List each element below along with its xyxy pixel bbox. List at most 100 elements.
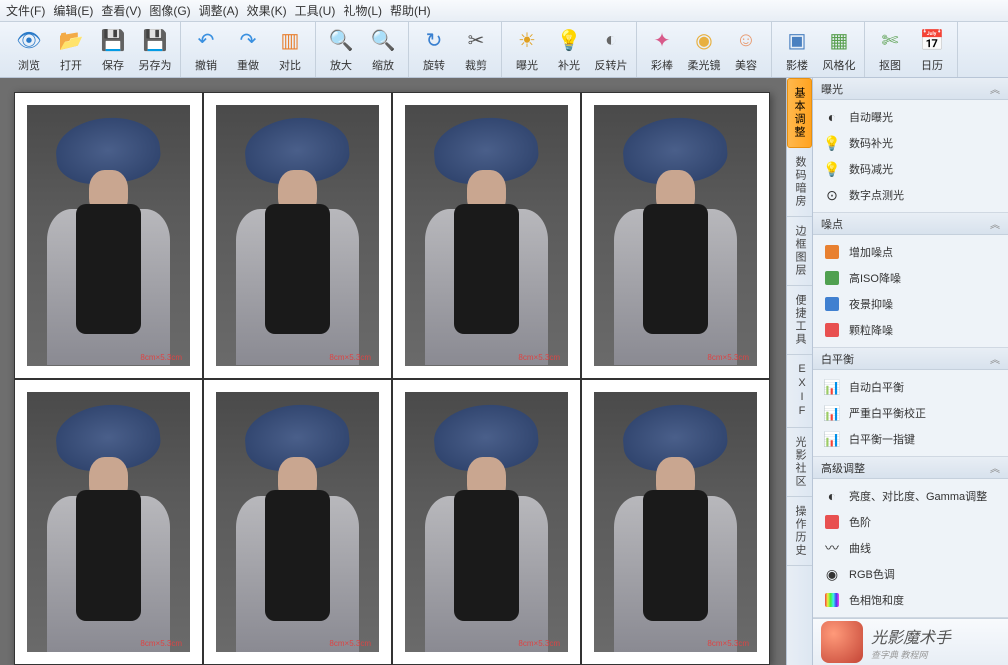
invert-icon: ◐ bbox=[597, 27, 625, 55]
photo-cell[interactable]: 8cm×5.3cm bbox=[14, 92, 203, 379]
undo-label: 撤销 bbox=[195, 57, 217, 73]
rotate-label: 旋转 bbox=[423, 57, 445, 73]
panel-item-night[interactable]: 夜景抑噪 bbox=[813, 291, 1008, 317]
panel-item-curves[interactable]: 〰曲线 bbox=[813, 535, 1008, 561]
photo-cell[interactable]: 8cm×5.3cm bbox=[581, 92, 770, 379]
menu-gift[interactable]: 礼物(L) bbox=[343, 2, 382, 19]
auto-wb-icon: 📊 bbox=[823, 378, 841, 396]
saveas-button[interactable]: 💾另存为 bbox=[134, 25, 176, 75]
panel-header-whitebalance[interactable]: 白平衡 ︽ bbox=[813, 348, 1008, 370]
compare-icon: ▥ bbox=[276, 27, 304, 55]
undo-button[interactable]: ↶ 撤销 bbox=[185, 25, 227, 75]
crop-icon: ✂ bbox=[462, 27, 490, 55]
calendar-button[interactable]: 📅日历 bbox=[911, 25, 953, 75]
panel-item-digital-reduce[interactable]: 💡数码减光 bbox=[813, 156, 1008, 182]
cutout-button[interactable]: ✄抠图 bbox=[869, 25, 911, 75]
redo-label: 重做 bbox=[237, 57, 259, 73]
redo-button[interactable]: ↷重做 bbox=[227, 25, 269, 75]
menu-effect[interactable]: 效果(K) bbox=[247, 2, 287, 19]
open-button[interactable]: 📂打开 bbox=[50, 25, 92, 75]
photo-grid: 8cm×5.3cm 8cm×5.3cm 8cm×5.3cm 8cm×5.3cm … bbox=[14, 92, 770, 665]
photo-dimensions: 8cm×5.3cm bbox=[329, 353, 371, 362]
wb-onekey-icon: 📊 bbox=[823, 430, 841, 448]
high-iso-icon bbox=[823, 269, 841, 287]
wand-icon: ✦ bbox=[648, 27, 676, 55]
panel-item-brightness[interactable]: ◐亮度、对比度、Gamma调整 bbox=[813, 483, 1008, 509]
side-tab-history[interactable]: 操作历史 bbox=[787, 497, 812, 566]
menu-adjust[interactable]: 调整(A) bbox=[199, 2, 239, 19]
studio-button[interactable]: ▣影楼 bbox=[776, 25, 818, 75]
brand-subtitle: 查字典 教程网 bbox=[871, 648, 951, 661]
stylize-label: 风格化 bbox=[823, 57, 856, 73]
softlens-button[interactable]: ◉柔光镜 bbox=[683, 25, 725, 75]
panel-item-grain[interactable]: 颗粒降噪 bbox=[813, 317, 1008, 343]
zoomout-button[interactable]: 🔍缩放 bbox=[362, 25, 404, 75]
panel-item-add-noise[interactable]: 增加噪点 bbox=[813, 239, 1008, 265]
panel-title: 曝光 bbox=[821, 81, 843, 97]
photo-dimensions: 8cm×5.3cm bbox=[707, 639, 749, 648]
side-tab-quick[interactable]: 便捷工具 bbox=[787, 286, 812, 355]
compare-button[interactable]: ▥对比 bbox=[269, 25, 311, 75]
photo-dimensions: 8cm×5.3cm bbox=[707, 353, 749, 362]
menu-image[interactable]: 图像(G) bbox=[149, 2, 190, 19]
panel-item-label: 色阶 bbox=[849, 514, 871, 530]
panel-item-levels[interactable]: 色阶 bbox=[813, 509, 1008, 535]
digital-fill-icon: 💡 bbox=[823, 134, 841, 152]
exposure-button[interactable]: ☀曝光 bbox=[506, 25, 548, 75]
menu-file[interactable]: 文件(F) bbox=[6, 2, 45, 19]
panel-header-noise[interactable]: 噪点︽ bbox=[813, 213, 1008, 235]
side-tab-exif[interactable]: EXIF bbox=[787, 355, 812, 428]
panel-item-auto-exposure[interactable]: ◐自动曝光 bbox=[813, 104, 1008, 130]
wand-button[interactable]: ✦彩棒 bbox=[641, 25, 683, 75]
panel-item-rgb-tone[interactable]: ◉RGB色调 bbox=[813, 561, 1008, 587]
panel-header-advanced[interactable]: 高级调整︽ bbox=[813, 457, 1008, 479]
side-tab-basic[interactable]: 基本调整 bbox=[787, 78, 812, 148]
photo-cell[interactable]: 8cm×5.3cm bbox=[392, 379, 581, 665]
stylize-button[interactable]: ▦风格化 bbox=[818, 25, 860, 75]
panel-item-digital-fill[interactable]: 💡数码补光 bbox=[813, 130, 1008, 156]
side-tab-community[interactable]: 光影社区 bbox=[787, 428, 812, 497]
menu-tool[interactable]: 工具(U) bbox=[295, 2, 336, 19]
panel-item-severe-wb[interactable]: 📊严重白平衡校正 bbox=[813, 400, 1008, 426]
menu-edit[interactable]: 编辑(E) bbox=[53, 2, 93, 19]
branding: 光影魔术手 查字典 教程网 bbox=[813, 618, 1008, 665]
photo-cell[interactable]: 8cm×5.3cm bbox=[203, 379, 392, 665]
photo-image: 8cm×5.3cm bbox=[405, 105, 568, 366]
save-button[interactable]: 💾保存 bbox=[92, 25, 134, 75]
photo-cell[interactable]: 8cm×5.3cm bbox=[392, 92, 581, 379]
panel-item-label: 数字点测光 bbox=[849, 187, 904, 203]
zoomin-button[interactable]: 🔍放大 bbox=[320, 25, 362, 75]
panel-item-wb-onekey[interactable]: 📊白平衡一指键 bbox=[813, 426, 1008, 452]
rotate-button[interactable]: ↻旋转 bbox=[413, 25, 455, 75]
browse-button[interactable]: 👁浏览 bbox=[8, 25, 50, 75]
photo-image: 8cm×5.3cm bbox=[216, 392, 379, 653]
studio-icon: ▣ bbox=[783, 27, 811, 55]
panel-item-digital-spot[interactable]: ⊙数字点测光 bbox=[813, 182, 1008, 208]
photo-cell[interactable]: 8cm×5.3cm bbox=[581, 379, 770, 665]
right-panel: 曝光︽◐自动曝光💡数码补光💡数码减光⊙数字点测光噪点︽增加噪点高ISO降噪夜景抑… bbox=[812, 78, 1008, 665]
photo-image: 8cm×5.3cm bbox=[405, 392, 568, 653]
panel-item-auto-wb[interactable]: 📊自动白平衡 bbox=[813, 374, 1008, 400]
invert-button[interactable]: ◐反转片 bbox=[590, 25, 632, 75]
panel-item-label: 高ISO降噪 bbox=[849, 270, 901, 286]
fill-button[interactable]: 💡补光 bbox=[548, 25, 590, 75]
fill-label: 补光 bbox=[558, 57, 580, 73]
panel-title: 白平衡 bbox=[821, 351, 854, 367]
hue-sat-icon bbox=[823, 591, 841, 609]
beauty-button[interactable]: ☺美容 bbox=[725, 25, 767, 75]
softlens-icon: ◉ bbox=[690, 27, 718, 55]
photo-cell[interactable]: 8cm×5.3cm bbox=[14, 379, 203, 665]
chevron-icon: ︽ bbox=[990, 351, 1000, 366]
panel-item-label: 曲线 bbox=[849, 540, 871, 556]
menu-help[interactable]: 帮助(H) bbox=[390, 2, 431, 19]
side-tab-darkroom[interactable]: 数码暗房 bbox=[787, 148, 812, 217]
menu-view[interactable]: 查看(V) bbox=[101, 2, 141, 19]
crop-button[interactable]: ✂裁剪 bbox=[455, 25, 497, 75]
undo-icon: ↶ bbox=[192, 27, 220, 55]
panel-item-high-iso[interactable]: 高ISO降噪 bbox=[813, 265, 1008, 291]
panel-item-hue-sat[interactable]: 色相饱和度 bbox=[813, 587, 1008, 613]
panel-header-exposure[interactable]: 曝光︽ bbox=[813, 78, 1008, 100]
photo-cell[interactable]: 8cm×5.3cm bbox=[203, 92, 392, 379]
side-tab-border[interactable]: 边框图层 bbox=[787, 217, 812, 286]
panel-item-label: 增加噪点 bbox=[849, 244, 893, 260]
